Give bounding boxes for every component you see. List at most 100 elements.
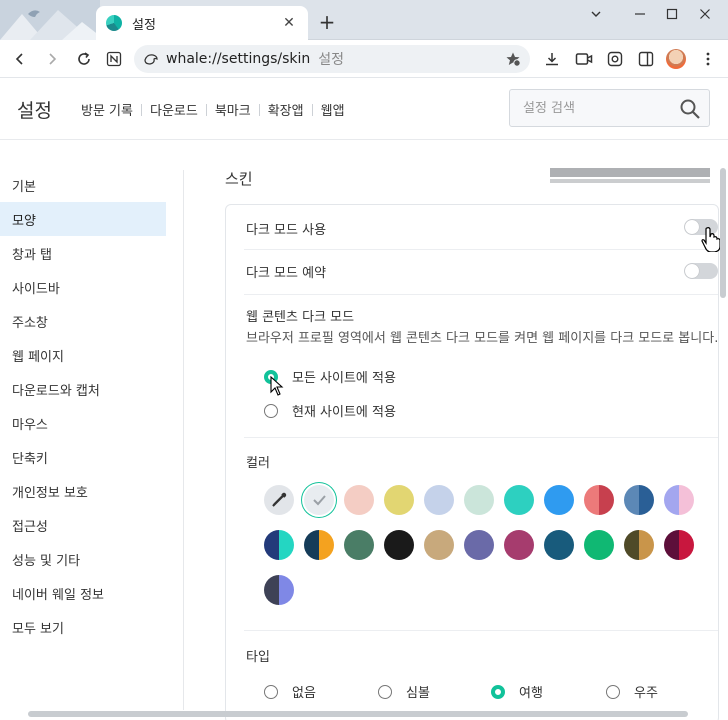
hand-cursor-icon bbox=[701, 227, 721, 252]
color-swatch[interactable] bbox=[424, 530, 454, 560]
nav-divider bbox=[258, 103, 260, 116]
type-travel-label: 여행 bbox=[519, 686, 543, 701]
radio-current-site[interactable]: 현재 사이트에 적용 bbox=[264, 401, 396, 420]
type-label-row: 타입 bbox=[246, 645, 718, 665]
sidebar-item-shortcuts[interactable]: 단축키 bbox=[0, 440, 166, 474]
web-dark-title-row: 웹 콘텐츠 다크 모드 bbox=[246, 305, 718, 325]
sidebar-item-about[interactable]: 네이버 웨일 정보 bbox=[0, 576, 166, 610]
sidebar-item-web-page[interactable]: 웹 페이지 bbox=[0, 338, 166, 372]
new-tab-button[interactable]: + bbox=[316, 12, 338, 34]
type-space[interactable]: 우주 bbox=[606, 682, 658, 701]
color-swatch[interactable] bbox=[344, 485, 374, 515]
type-travel[interactable]: 여행 bbox=[491, 682, 543, 701]
settings-search bbox=[509, 89, 710, 127]
color-swatch[interactable] bbox=[584, 485, 614, 515]
sidebar-item-privacy[interactable]: 개인정보 보호 bbox=[0, 474, 166, 508]
color-swatch[interactable] bbox=[624, 530, 654, 560]
dark-schedule-label: 다크 모드 예약 bbox=[246, 265, 327, 281]
back-button[interactable] bbox=[8, 47, 32, 71]
type-symbol[interactable]: 심볼 bbox=[378, 682, 430, 701]
address-bar[interactable]: whale://settings/skin 설정 bbox=[134, 45, 530, 73]
horizontal-scrollbar[interactable] bbox=[28, 711, 688, 717]
radio-indicator[interactable] bbox=[264, 684, 278, 699]
reload-button[interactable] bbox=[72, 47, 96, 71]
color-swatch[interactable] bbox=[664, 530, 694, 560]
color-swatch[interactable] bbox=[464, 530, 494, 560]
maximize-button[interactable] bbox=[657, 4, 687, 24]
color-swatch[interactable] bbox=[584, 530, 614, 560]
radio-indicator[interactable] bbox=[606, 684, 620, 699]
radio-indicator[interactable] bbox=[491, 684, 505, 699]
nav-webapps[interactable]: 웹앱 bbox=[321, 100, 345, 119]
row-divider bbox=[244, 294, 718, 295]
color-swatch[interactable] bbox=[504, 485, 534, 515]
minimize-button[interactable] bbox=[625, 4, 655, 24]
chevron-down-icon[interactable] bbox=[581, 4, 611, 24]
color-swatch[interactable] bbox=[464, 485, 494, 515]
nav-extensions[interactable]: 확장앱 bbox=[268, 100, 304, 119]
type-symbol-label: 심볼 bbox=[406, 686, 430, 701]
search-icon[interactable] bbox=[679, 98, 701, 120]
arrow-cursor-icon bbox=[270, 376, 284, 396]
more-menu-icon[interactable] bbox=[696, 47, 720, 71]
radio-current-site-label: 현재 사이트에 적용 bbox=[292, 405, 396, 420]
nav-downloads[interactable]: 다운로드 bbox=[150, 100, 198, 119]
color-swatch[interactable] bbox=[304, 530, 334, 560]
color-swatch[interactable] bbox=[384, 530, 414, 560]
radio-indicator[interactable] bbox=[264, 403, 278, 418]
row-divider bbox=[244, 437, 718, 438]
settings-search-input[interactable] bbox=[523, 100, 673, 116]
video-icon[interactable] bbox=[572, 47, 596, 71]
eyedropper-swatch[interactable] bbox=[264, 485, 294, 515]
color-swatch[interactable] bbox=[264, 575, 294, 605]
radio-indicator[interactable] bbox=[378, 684, 392, 699]
check-swatch[interactable] bbox=[304, 485, 334, 515]
settings-sidebar: 기본 모양 창과 탭 사이드바 주소창 웹 페이지 다운로드와 캡처 마우스 단… bbox=[0, 168, 166, 644]
close-tab-icon[interactable]: ✕ bbox=[278, 12, 300, 34]
dark-mode-row: 다크 모드 사용 bbox=[246, 217, 718, 239]
color-swatch[interactable] bbox=[384, 485, 414, 515]
url-page-title: 설정 bbox=[318, 52, 345, 68]
color-swatch[interactable] bbox=[504, 530, 534, 560]
nav-history[interactable]: 방문 기록 bbox=[81, 100, 133, 119]
page-title: 설정 bbox=[17, 100, 52, 122]
download-icon[interactable] bbox=[540, 47, 564, 71]
color-swatch[interactable] bbox=[264, 530, 294, 560]
color-swatch[interactable] bbox=[544, 530, 574, 560]
sidebar-item-mouse[interactable]: 마우스 bbox=[0, 406, 166, 440]
capture-icon[interactable] bbox=[603, 47, 627, 71]
nav-divider bbox=[311, 103, 313, 116]
sidebar-item-basic[interactable]: 기본 bbox=[0, 168, 166, 202]
sidebar-toggle-icon[interactable] bbox=[634, 47, 658, 71]
color-swatch[interactable] bbox=[624, 485, 654, 515]
sidebar-divider bbox=[183, 170, 184, 710]
header-nav: 방문 기록 다운로드 북마크 확장앱 웹앱 bbox=[81, 100, 345, 119]
url-text: whale://settings/skin bbox=[166, 51, 311, 67]
sidebar-item-show-all[interactable]: 모두 보기 bbox=[0, 610, 166, 644]
sidebar-item-windows-tabs[interactable]: 창과 탭 bbox=[0, 236, 166, 270]
color-swatch[interactable] bbox=[664, 485, 694, 515]
forward-button[interactable] bbox=[40, 47, 64, 71]
sidebar-item-downloads-capture[interactable]: 다운로드와 캡처 bbox=[0, 372, 166, 406]
active-tab[interactable]: 설정 ✕ bbox=[96, 6, 308, 40]
close-window-button[interactable] bbox=[690, 4, 720, 24]
dark-schedule-toggle[interactable] bbox=[684, 263, 718, 279]
whale-logo-icon bbox=[142, 50, 160, 68]
vertical-scrollbar[interactable] bbox=[720, 168, 726, 298]
color-swatch[interactable] bbox=[544, 485, 574, 515]
nav-bookmarks[interactable]: 북마크 bbox=[215, 100, 251, 119]
sidebar-item-address-bar[interactable]: 주소창 bbox=[0, 304, 166, 338]
sidebar-item-sidebar[interactable]: 사이드바 bbox=[0, 270, 166, 304]
profile-avatar[interactable] bbox=[666, 49, 686, 69]
row-divider bbox=[244, 249, 718, 250]
dark-schedule-row: 다크 모드 예약 bbox=[246, 260, 718, 282]
tab-strip: 설정 ✕ + bbox=[0, 0, 728, 40]
sidebar-item-appearance[interactable]: 모양 bbox=[0, 202, 166, 236]
naver-home-icon[interactable] bbox=[102, 47, 126, 71]
type-none[interactable]: 없음 bbox=[264, 682, 316, 701]
bookmark-star-icon[interactable] bbox=[504, 50, 522, 68]
color-swatch[interactable] bbox=[344, 530, 374, 560]
sidebar-item-accessibility[interactable]: 접근성 bbox=[0, 508, 166, 542]
color-swatch[interactable] bbox=[424, 485, 454, 515]
sidebar-item-performance[interactable]: 성능 및 기타 bbox=[0, 542, 166, 576]
